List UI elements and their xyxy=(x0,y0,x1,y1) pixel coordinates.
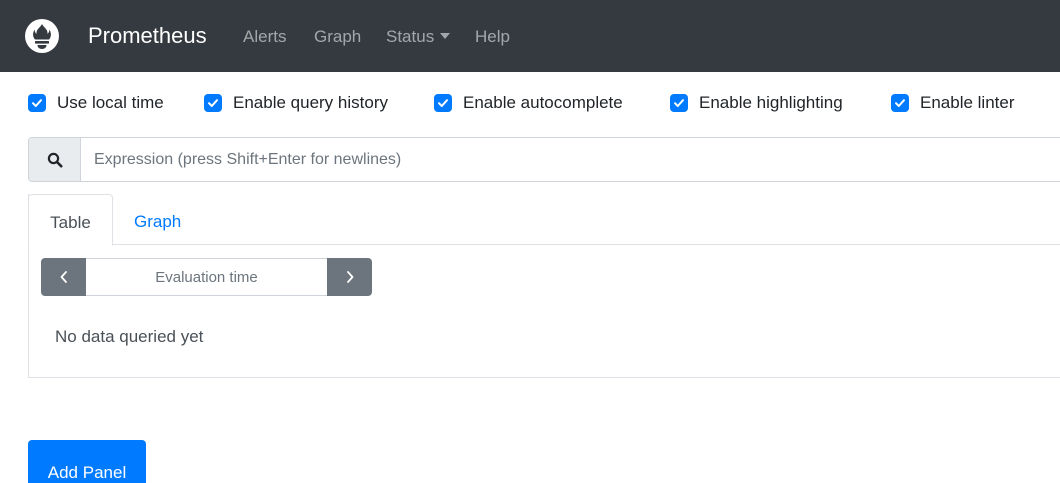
expression-input-group xyxy=(28,137,1060,182)
navbar: Prometheus Alerts Graph Status Help xyxy=(0,0,1060,72)
caret-down-icon xyxy=(440,33,451,39)
option-enable-query-history[interactable]: Enable query history xyxy=(204,92,388,114)
tab-table[interactable]: Table xyxy=(28,194,113,246)
option-label: Enable autocomplete xyxy=(463,93,623,112)
option-label: Enable highlighting xyxy=(699,93,843,112)
nav-status-label: Status xyxy=(386,27,435,46)
panel-tabs: Table Graph xyxy=(28,194,1060,246)
option-label: Use local time xyxy=(57,93,164,112)
no-data-message: No data queried yet xyxy=(55,327,204,346)
checkbox-checked-icon[interactable] xyxy=(204,94,222,112)
query-panel: Table Graph No data queried yet xyxy=(28,194,1060,378)
prometheus-logo-icon[interactable] xyxy=(25,19,59,53)
chevron-left-icon xyxy=(60,271,67,283)
chevron-right-icon xyxy=(346,271,353,283)
tab-graph[interactable]: Graph xyxy=(134,194,181,246)
add-panel-button[interactable]: Add Panel xyxy=(28,440,146,483)
evaluation-time-control xyxy=(41,258,372,296)
query-options: Use local time Enable query history Enab… xyxy=(0,92,1060,114)
checkbox-checked-icon[interactable] xyxy=(891,94,909,112)
option-use-local-time[interactable]: Use local time xyxy=(28,92,164,114)
nav-help[interactable]: Help xyxy=(475,27,510,47)
option-enable-linter[interactable]: Enable linter xyxy=(891,92,1015,114)
nav-status-dropdown[interactable]: Status xyxy=(386,27,451,47)
checkbox-checked-icon[interactable] xyxy=(28,94,46,112)
expression-input[interactable] xyxy=(81,138,1060,181)
search-icon xyxy=(29,138,81,181)
nav-graph[interactable]: Graph xyxy=(314,27,361,47)
evaluation-time-input[interactable] xyxy=(86,258,327,296)
brand-title[interactable]: Prometheus xyxy=(88,22,207,50)
option-label: Enable query history xyxy=(233,93,388,112)
checkbox-checked-icon[interactable] xyxy=(434,94,452,112)
option-label: Enable linter xyxy=(920,93,1015,112)
eval-next-button[interactable] xyxy=(327,258,372,296)
option-enable-autocomplete[interactable]: Enable autocomplete xyxy=(434,92,623,114)
checkbox-checked-icon[interactable] xyxy=(670,94,688,112)
option-enable-highlighting[interactable]: Enable highlighting xyxy=(670,92,843,114)
eval-prev-button[interactable] xyxy=(41,258,86,296)
nav-alerts[interactable]: Alerts xyxy=(243,27,286,47)
